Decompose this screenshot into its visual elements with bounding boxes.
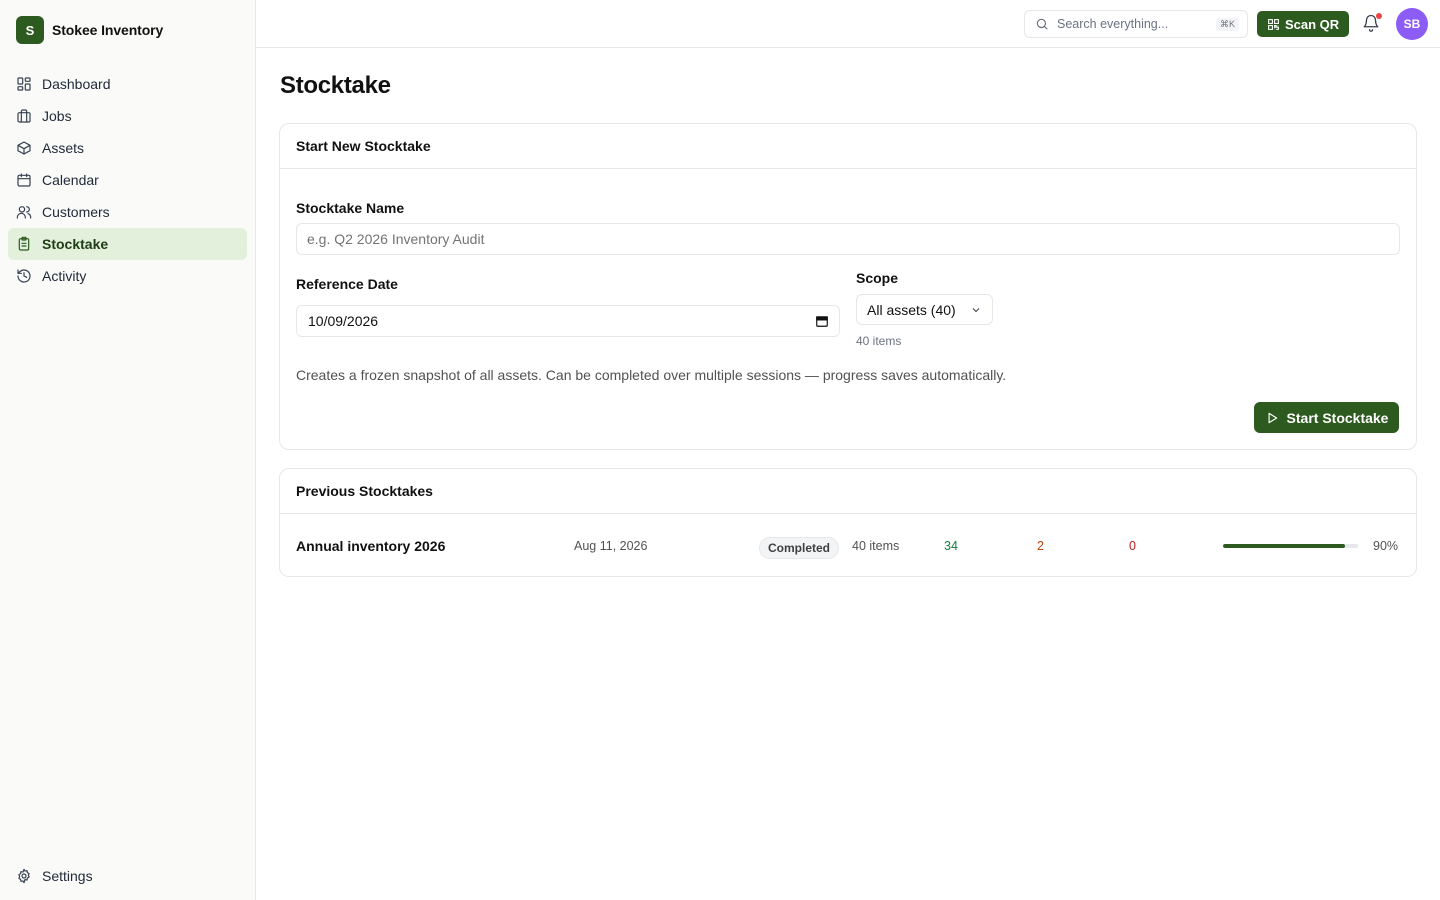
- stocktake-date: Aug 11, 2026: [574, 539, 648, 553]
- progress-bar: [1223, 544, 1358, 548]
- progress-percent: 90%: [1373, 539, 1399, 553]
- notification-dot: [1376, 13, 1382, 19]
- missing-count: 2: [1037, 539, 1044, 553]
- reference-date-input[interactable]: 10/09/2026: [296, 305, 840, 337]
- users-icon: [16, 206, 32, 219]
- start-stocktake-label: Start Stocktake: [1286, 409, 1389, 426]
- notifications-button[interactable]: [1362, 13, 1382, 34]
- sidebar-item-jobs[interactable]: Jobs: [8, 100, 247, 132]
- sidebar-item-label: Activity: [42, 268, 87, 284]
- history-icon: [17, 269, 31, 283]
- brand-name: Stokee Inventory: [52, 22, 164, 38]
- scope-label: Scope: [856, 270, 899, 286]
- search-icon: [1036, 18, 1048, 30]
- search-box[interactable]: ⌘K: [1024, 10, 1248, 38]
- calendar-icon[interactable]: [815, 314, 829, 328]
- extra-count: 0: [1129, 539, 1136, 553]
- chevron-down-icon: [972, 307, 980, 312]
- new-stocktake-card: Start New Stocktake Stocktake Name Refer…: [279, 123, 1417, 450]
- stocktake-name: Annual inventory 2026: [296, 538, 446, 554]
- card-header: Previous Stocktakes: [280, 469, 1416, 514]
- sidebar-nav: Dashboard Jobs Assets Calendar Customers…: [8, 68, 247, 292]
- reference-date-label: Reference Date: [296, 276, 398, 292]
- scan-qr-button[interactable]: Scan QR: [1257, 11, 1350, 37]
- search-input[interactable]: [1057, 17, 1208, 31]
- gear-icon: [18, 868, 30, 884]
- clipboard-icon: [18, 236, 30, 251]
- scope-hint: 40 items: [856, 334, 902, 348]
- stocktake-name-label: Stocktake Name: [296, 200, 405, 216]
- sidebar-item-customers[interactable]: Customers: [8, 196, 247, 228]
- calendar-icon: [17, 173, 31, 187]
- play-icon: [1268, 412, 1277, 423]
- sidebar-item-dashboard[interactable]: Dashboard: [8, 68, 247, 100]
- sidebar-item-label: Stocktake: [42, 236, 109, 252]
- stocktake-name-input[interactable]: [296, 223, 1400, 255]
- qr-code-icon: [1268, 18, 1279, 30]
- sidebar: S Stokee Inventory Dashboard Jobs Assets…: [0, 0, 256, 900]
- scope-select[interactable]: All assets (40): [856, 294, 993, 325]
- sidebar-item-stocktake[interactable]: Stocktake: [8, 228, 247, 260]
- sidebar-item-label: Calendar: [42, 172, 99, 188]
- sidebar-item-calendar[interactable]: Calendar: [8, 164, 247, 196]
- stocktake-description: Creates a frozen snapshot of all assets.…: [296, 367, 1007, 383]
- scope-value: All assets (40): [867, 301, 956, 318]
- sidebar-item-settings[interactable]: Settings: [8, 860, 247, 892]
- sidebar-item-label: Customers: [42, 204, 110, 220]
- sidebar-item-label: Assets: [42, 140, 85, 156]
- box-icon: [17, 141, 31, 155]
- search-shortcut: ⌘K: [1215, 17, 1239, 31]
- status-badge: Completed: [759, 537, 840, 559]
- card-header: Start New Stocktake: [280, 124, 1416, 169]
- sidebar-item-label: Jobs: [42, 108, 72, 124]
- progress-fill: [1223, 544, 1345, 548]
- sidebar-item-label: Dashboard: [42, 76, 111, 92]
- scan-qr-label: Scan QR: [1285, 16, 1340, 32]
- table-row[interactable]: Annual inventory 2026 Aug 11, 2026 Compl…: [280, 515, 1416, 577]
- topbar: ⌘K Scan QR SB: [256, 0, 1440, 48]
- brand-logo: S: [16, 16, 44, 44]
- sidebar-item-activity[interactable]: Activity: [8, 260, 247, 292]
- reference-date-value: 10/09/2026: [308, 313, 379, 329]
- sidebar-item-label: Settings: [42, 868, 93, 884]
- briefcase-icon: [17, 109, 31, 123]
- previous-stocktakes-card: Previous Stocktakes Annual inventory 202…: [279, 468, 1417, 577]
- sidebar-item-assets[interactable]: Assets: [8, 132, 247, 164]
- start-stocktake-button[interactable]: Start Stocktake: [1254, 402, 1399, 433]
- page-title: Stocktake: [280, 72, 391, 99]
- brand[interactable]: S Stokee Inventory: [16, 16, 163, 44]
- sidebar-footer: Settings: [8, 860, 247, 892]
- dashboard-icon: [17, 77, 31, 91]
- item-count: 40 items: [852, 539, 900, 553]
- avatar[interactable]: SB: [1396, 8, 1428, 40]
- found-count: 34: [944, 539, 958, 553]
